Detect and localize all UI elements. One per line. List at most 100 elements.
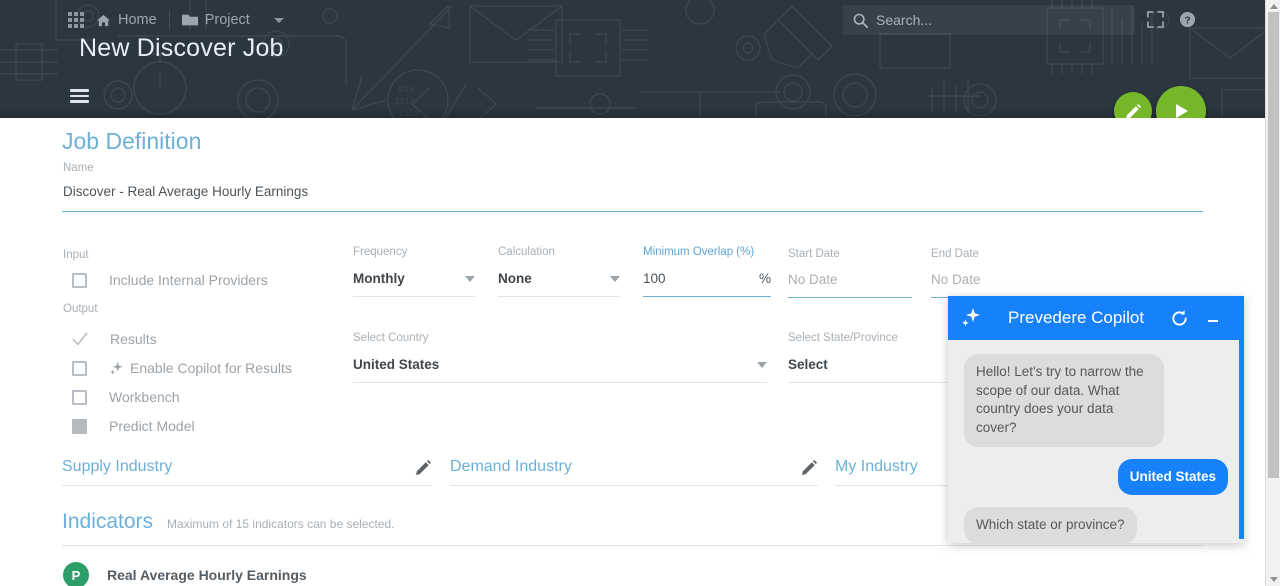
frequency-label: Frequency — [353, 246, 408, 258]
checkmark-icon — [72, 332, 88, 346]
indicators-title: Indicators — [62, 510, 154, 533]
sparkle-icon — [961, 308, 980, 327]
pencil-icon[interactable] — [801, 459, 818, 476]
copilot-message-list[interactable]: Hello! Let's try to narrow the scope of … — [948, 340, 1244, 543]
input-section-label: Input — [63, 249, 89, 261]
fullscreen-icon[interactable] — [1147, 11, 1164, 28]
checkbox-label: Results — [110, 331, 157, 347]
app-header: 010 1010 1100 — [0, 0, 1265, 118]
indicator-avatar: P — [63, 562, 89, 586]
svg-text:?: ? — [1184, 15, 1190, 26]
scroll-down-arrow-icon[interactable] — [1270, 577, 1278, 582]
checkbox-box — [72, 272, 87, 288]
calculation-underline — [498, 296, 620, 297]
pencil-icon[interactable] — [415, 459, 432, 476]
copilot-scrollbar[interactable] — [1239, 340, 1244, 539]
select-country-label: Select Country — [353, 332, 429, 344]
scroll-up-arrow-icon[interactable] — [1270, 4, 1278, 9]
help-circle-icon[interactable]: ? — [1179, 11, 1196, 28]
checkbox-predict-model: Predict Model — [72, 418, 195, 434]
minimum-overlap-suffix: % — [758, 271, 771, 286]
checkbox-box — [72, 360, 87, 376]
chevron-down-icon[interactable] — [273, 17, 284, 23]
hamburger-menu-icon[interactable] — [70, 89, 89, 103]
calculation-label: Calculation — [498, 246, 555, 258]
supply-industry-label: Supply Industry — [62, 458, 173, 475]
start-date-label: Start Date — [788, 248, 840, 260]
chat-bubble: United States — [1117, 458, 1228, 496]
chat-bubble: Hello! Let's try to narrow the scope of … — [964, 354, 1164, 447]
minimum-overlap-value: 100 — [643, 271, 666, 286]
page-scrollbar[interactable] — [1265, 0, 1280, 586]
start-date-value: No Date — [788, 272, 838, 287]
folder-icon — [181, 14, 198, 26]
job-definition-heading: Job Definition — [62, 128, 202, 154]
select-country-value: United States — [353, 357, 440, 372]
checkbox-results[interactable]: Results — [72, 331, 157, 347]
chat-bubble: Which state or province? — [964, 507, 1137, 543]
checkbox-box-disabled — [72, 418, 87, 434]
chat-message-user: United States — [964, 458, 1228, 496]
demand-industry-label: Demand Industry — [450, 458, 572, 475]
field-frequency[interactable]: Frequency Monthly — [353, 246, 475, 297]
my-industry-label: My Industry — [835, 458, 918, 475]
svg-text:010: 010 — [398, 85, 414, 95]
indicator-name: Real Average Hourly Earnings — [107, 567, 307, 583]
checkbox-label: Include Internal Providers — [109, 272, 268, 288]
copilot-panel: Prevedere Copilot Hello! Let's try to na… — [948, 296, 1244, 543]
checkbox-include-internal-providers[interactable]: Include Internal Providers — [72, 272, 268, 288]
field-calculation[interactable]: Calculation None — [498, 246, 620, 297]
frequency-underline — [353, 296, 475, 297]
checkbox-box — [72, 389, 87, 405]
chevron-down-icon[interactable] — [610, 275, 620, 282]
header-bottom-shadow — [0, 108, 1265, 118]
minimum-overlap-underline — [643, 296, 771, 297]
search-input[interactable]: Search... — [843, 5, 1135, 35]
copilot-panel-header: Prevedere Copilot — [948, 296, 1244, 340]
refresh-icon[interactable] — [1170, 309, 1189, 328]
minimize-icon[interactable] — [1205, 310, 1221, 326]
minimum-overlap-label: Minimum Overlap (%) — [643, 246, 755, 258]
field-supply-industry[interactable]: Supply Industry — [62, 458, 432, 486]
end-date-label: End Date — [931, 248, 979, 260]
calculation-value: None — [498, 271, 532, 286]
indicators-header: Indicators Maximum of 15 indicators can … — [62, 510, 395, 534]
name-label: Name — [63, 162, 94, 174]
search-icon — [853, 13, 868, 28]
demand-industry-underline — [450, 485, 818, 486]
nav-label-home: Home — [118, 12, 157, 28]
checkbox-label: Predict Model — [109, 418, 195, 434]
output-section-label: Output — [63, 303, 98, 315]
end-date-value: No Date — [931, 272, 981, 287]
application-window: 010 1010 1100 — [0, 0, 1280, 586]
copilot-title: Prevedere Copilot — [1008, 308, 1145, 327]
indicators-divider — [62, 545, 1203, 546]
page-title: New Discover Job — [79, 34, 284, 62]
start-date-underline — [788, 297, 912, 298]
indicator-row[interactable]: P Real Average Hourly Earnings — [63, 562, 307, 586]
apps-grid-icon[interactable] — [68, 12, 84, 28]
field-demand-industry[interactable]: Demand Industry — [450, 458, 818, 486]
name-value[interactable]: Discover - Real Average Hourly Earnings — [63, 184, 308, 199]
pencil-icon — [1125, 103, 1141, 119]
field-end-date[interactable]: End Date No Date — [931, 248, 1055, 298]
field-select-country[interactable]: Select Country United States — [353, 332, 767, 383]
checkbox-label: Workbench — [109, 389, 180, 405]
search-placeholder: Search... — [876, 12, 933, 28]
chat-message-bot: Which state or province? — [964, 507, 1228, 543]
scrollbar-thumb[interactable] — [1268, 12, 1279, 478]
sparkle-icon — [110, 361, 123, 375]
supply-industry-underline — [62, 485, 432, 486]
field-start-date[interactable]: Start Date No Date — [788, 248, 912, 298]
chevron-down-icon[interactable] — [465, 275, 475, 282]
nav-label-project: Project — [204, 12, 250, 28]
home-icon — [96, 14, 111, 26]
svg-text:1010: 1010 — [394, 97, 416, 107]
chevron-down-icon[interactable] — [757, 361, 767, 368]
indicators-note: Maximum of 15 indicators can be selected… — [167, 517, 395, 531]
chat-message-bot: Hello! Let's try to narrow the scope of … — [964, 354, 1228, 447]
checkbox-workbench[interactable]: Workbench — [72, 389, 180, 405]
frequency-value: Monthly — [353, 271, 405, 286]
checkbox-enable-copilot-for-results[interactable]: Enable Copilot for Results — [72, 360, 292, 376]
field-minimum-overlap[interactable]: Minimum Overlap (%) 100 % — [643, 246, 771, 297]
